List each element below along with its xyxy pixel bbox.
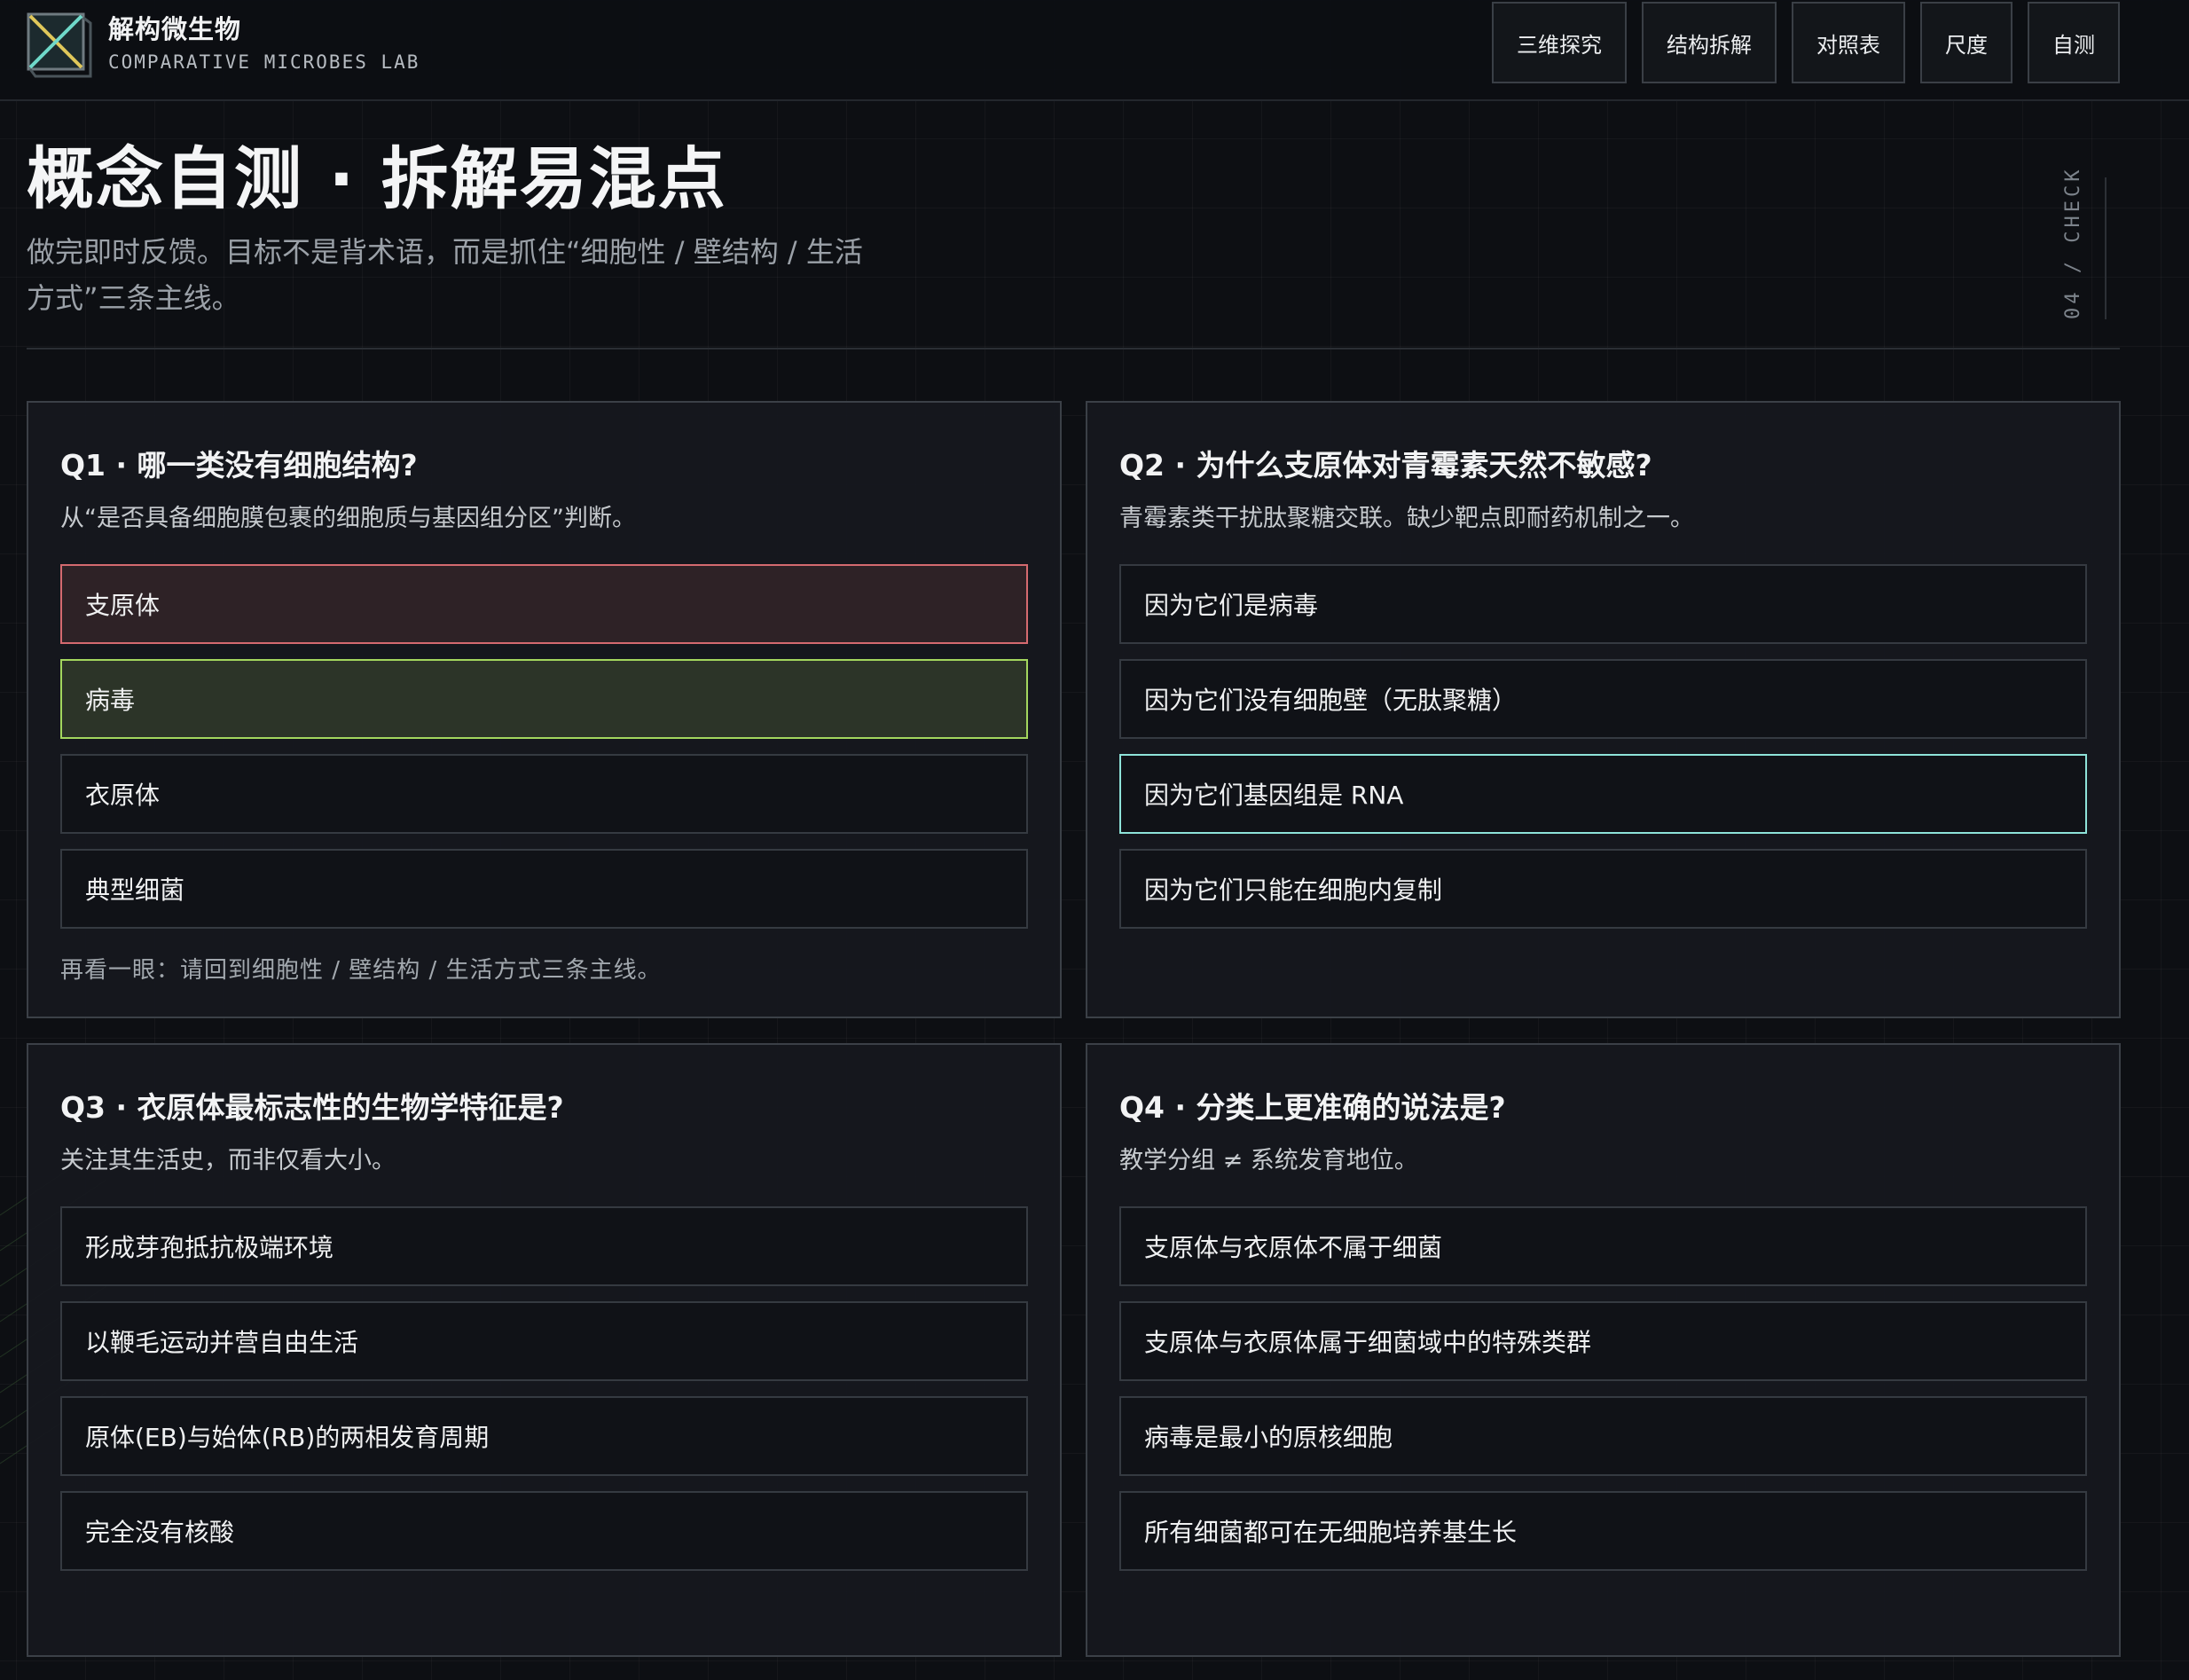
question-title: Q4 · 分类上更准确的说法是? xyxy=(1119,1090,1506,1125)
question-hint: 从“是否具备细胞膜包裹的细胞质与基因组分区”判断。 xyxy=(60,505,636,532)
answer-option[interactable]: 以鞭毛运动并营自由生活 xyxy=(60,1301,1028,1381)
answer-option[interactable]: 典型细菌 xyxy=(60,849,1028,929)
answer-option[interactable]: 完全没有核酸 xyxy=(60,1491,1028,1571)
top-navigation-bar: 解构微生物 COMPARATIVE MICROBES LAB 三维探究 结构拆解… xyxy=(0,0,2189,101)
logo-icon xyxy=(27,12,92,78)
answer-options: 支原体病毒衣原体典型细菌 xyxy=(60,564,1028,929)
answer-options: 因为它们是病毒 因为它们没有细胞壁（无肽聚糖） 因为它们基因组是 RNA 因为它们只能… xyxy=(1119,564,2087,929)
main-nav: 三维探究 结构拆解 对照表 尺度 自测 xyxy=(1492,2,2120,83)
nav-structure[interactable]: 结构拆解 xyxy=(1642,2,1777,83)
question-title: Q3 · 衣原体最标志性的生物学特征是? xyxy=(60,1090,564,1125)
nav-3d-explore[interactable]: 三维探究 xyxy=(1492,2,1627,83)
question-title: Q2 · 为什么支原体对青霉素天然不敏感? xyxy=(1119,448,1652,483)
nav-self-test[interactable]: 自测 xyxy=(2028,2,2120,83)
section-tag: 04 / CHECK xyxy=(2053,167,2107,319)
answer-options: 形成芽孢抵抗极端环境 以鞭毛运动并营自由生活 原体(EB)与始体(RB)的两相发育周… xyxy=(60,1206,1028,1571)
answer-option[interactable]: 支原体与衣原体属于细菌域中的特殊类群 xyxy=(1119,1301,2087,1381)
answer-option-wrong[interactable]: 支原体 xyxy=(60,564,1028,644)
feedback-text: 再看一眼：请回到细胞性 / 壁结构 / 生活方式三条主线。 xyxy=(60,957,662,984)
question-card-3: Q3 · 衣原体最标志性的生物学特征是? 关注其生活史，而非仅看大小。形成芽孢抵抗… xyxy=(27,1043,1062,1657)
question-title: Q1 · 哪一类没有细胞结构? xyxy=(60,448,418,483)
brand-subtitle: COMPARATIVE MICROBES LAB xyxy=(108,51,420,73)
question-card-2: Q2 · 为什么支原体对青霉素天然不敏感? 青霉素类干扰肽聚糖交联。缺少靶点即耐药… xyxy=(1086,401,2121,1018)
question-hint: 关注其生活史，而非仅看大小。 xyxy=(60,1147,396,1174)
nav-comparison-table[interactable]: 对照表 xyxy=(1792,2,1905,83)
divider xyxy=(27,348,2120,349)
question-card-4: Q4 · 分类上更准确的说法是? 教学分组 ≠ 系统发育地位。支原体与衣原体不属于… xyxy=(1086,1043,2121,1657)
answer-option[interactable]: 因为它们没有细胞壁（无肽聚糖） xyxy=(1119,659,2087,739)
question-card-1: Q1 · 哪一类没有细胞结构? 从“是否具备细胞膜包裹的细胞质与基因组分区”判断。… xyxy=(27,401,1062,1018)
answer-option[interactable]: 衣原体 xyxy=(60,754,1028,834)
answer-option[interactable]: 因为它们只能在细胞内复制 xyxy=(1119,849,2087,929)
question-hint: 青霉素类干扰肽聚糖交联。缺少靶点即耐药机制之一。 xyxy=(1119,505,1694,532)
nav-scale[interactable]: 尺度 xyxy=(1920,2,2012,83)
answer-option[interactable]: 因为它们是病毒 xyxy=(1119,564,2087,644)
answer-options: 支原体与衣原体不属于细菌 支原体与衣原体属于细菌域中的特殊类群 病毒是最小的原核细胞… xyxy=(1119,1206,2087,1571)
answer-option[interactable]: 原体(EB)与始体(RB)的两相发育周期 xyxy=(60,1396,1028,1476)
answer-option[interactable]: 病毒是最小的原核细胞 xyxy=(1119,1396,2087,1476)
answer-option-selected[interactable]: 因为它们基因组是 RNA xyxy=(1119,754,2087,834)
answer-option[interactable]: 所有细菌都可在无细胞培养基生长 xyxy=(1119,1491,2087,1571)
brand-title: 解构微生物 xyxy=(108,14,242,44)
page-description: 做完即时反馈。目标不是背术语，而是抓住“细胞性 / 壁结构 / 生活方式”三条主… xyxy=(27,235,863,315)
page-title: 概念自测 · 拆解易混点 xyxy=(27,139,727,218)
section-tag-label: 04 / CHECK xyxy=(2062,166,2084,319)
answer-option-correct[interactable]: 病毒 xyxy=(60,659,1028,739)
answer-option[interactable]: 形成芽孢抵抗极端环境 xyxy=(60,1206,1028,1286)
answer-option[interactable]: 支原体与衣原体不属于细菌 xyxy=(1119,1206,2087,1286)
question-hint: 教学分组 ≠ 系统发育地位。 xyxy=(1119,1147,1418,1174)
